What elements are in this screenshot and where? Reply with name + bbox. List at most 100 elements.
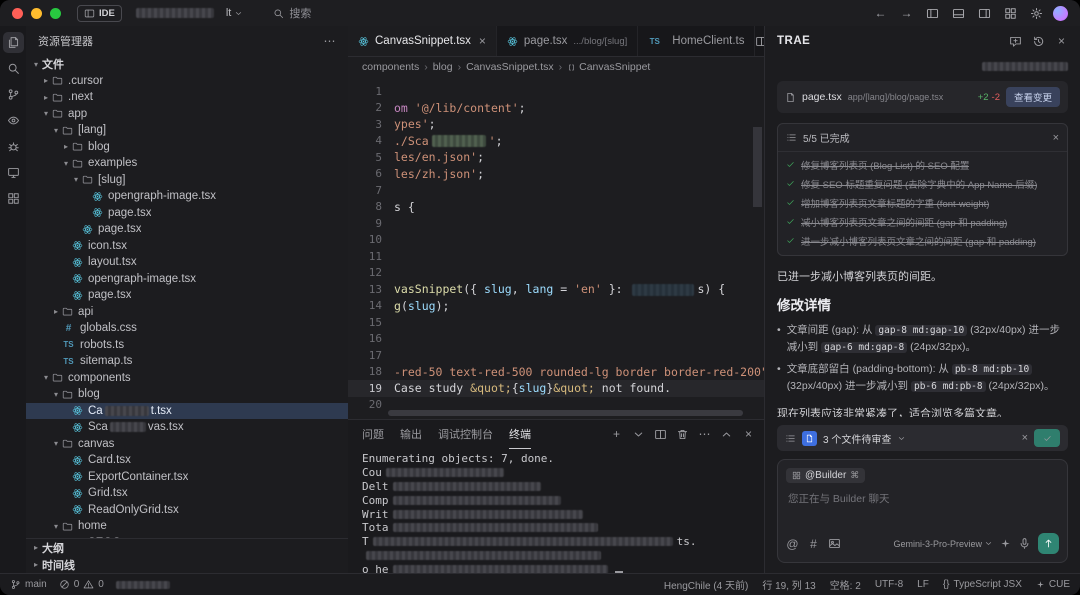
breadcrumb-item[interactable]: blog [433, 61, 453, 73]
cue-indicator[interactable]: CUE [1036, 579, 1070, 590]
code-line[interactable]: 8s { [348, 199, 765, 216]
more-icon[interactable]: ⋯ [698, 428, 711, 441]
review-bar[interactable]: 3 个文件待审查 × [777, 425, 1068, 451]
hash-icon[interactable]: # [807, 537, 820, 550]
tree-item[interactable]: Scavas.tsx [26, 419, 348, 436]
tree-section[interactable]: ▾文件 [26, 56, 348, 73]
code-line[interactable]: 4./Sca'; [348, 133, 765, 150]
tree-section[interactable]: ▸大纲 [26, 539, 348, 556]
code-line[interactable]: 12 [348, 265, 765, 282]
tree-item[interactable]: ▾home [26, 518, 348, 535]
code-line[interactable]: 6les/zh.json'; [348, 166, 765, 183]
code-line[interactable]: 16 [348, 331, 765, 348]
traffic-minimize-button[interactable] [31, 8, 42, 19]
tree-item[interactable]: opengraph-image.tsx [26, 271, 348, 288]
layout-left-icon[interactable] [926, 7, 939, 20]
tree-item[interactable]: ▸blog [26, 139, 348, 156]
activity-explorer[interactable] [3, 32, 24, 53]
close-icon[interactable]: × [1022, 432, 1028, 444]
tree-item[interactable]: ▾blog [26, 386, 348, 403]
activity-source-control[interactable] [3, 84, 24, 105]
tree-item[interactable]: ▾app [26, 106, 348, 123]
code-line[interactable]: 19Case study &quot;{slug}&quot; not foun… [348, 380, 765, 397]
editor-tab[interactable]: TSHomeClient.ts [638, 26, 755, 56]
breadcrumb-item[interactable]: components [362, 61, 419, 73]
close-icon[interactable]: × [742, 428, 755, 441]
changed-file-card[interactable]: page.tsx app/[lang]/blog/page.tsx +2 -2 … [777, 81, 1068, 113]
approve-all-button[interactable] [1034, 429, 1060, 447]
at-icon[interactable]: @ [786, 537, 799, 550]
indentation-setting[interactable]: 空格: 2 [830, 577, 861, 592]
terminal-output[interactable]: Enumerating objects: 7, done.CouDeltComp… [348, 448, 765, 573]
code-line[interactable]: 3ypes'; [348, 116, 765, 133]
chat-input-card[interactable]: @Builder ⌘ @ # Gemini-3-Pro-Preview [777, 459, 1068, 563]
traffic-maximize-button[interactable] [50, 8, 61, 19]
chat-input[interactable] [786, 489, 1059, 533]
sparkle-icon[interactable] [1000, 538, 1011, 549]
layout-bottom-icon[interactable] [952, 7, 965, 20]
activity-extensions[interactable] [3, 188, 24, 209]
panel-tab[interactable]: 调试控制台 [438, 420, 493, 449]
avatar[interactable] [1053, 6, 1068, 21]
code-line[interactable]: 15 [348, 314, 765, 331]
tree-item[interactable]: Cat.tsx [26, 403, 348, 420]
tree-item[interactable]: ReadOnlyGrid.tsx [26, 502, 348, 519]
editor-tab[interactable]: CanvasSnippet.tsx× [348, 26, 497, 56]
code-line[interactable]: 10 [348, 232, 765, 249]
tree-item[interactable]: page.tsx [26, 287, 348, 304]
send-button[interactable] [1038, 533, 1059, 554]
code-line[interactable]: 5les/en.json'; [348, 149, 765, 166]
chatplus-icon[interactable] [1009, 35, 1022, 48]
split-icon[interactable] [654, 428, 667, 441]
tree-item[interactable]: ▾[slug] [26, 172, 348, 189]
language-mode[interactable]: {} TypeScript JSX [943, 579, 1022, 590]
tree-item[interactable]: opengraph-image.tsx [26, 188, 348, 205]
tree-item[interactable]: ▾canvas [26, 436, 348, 453]
panel-tab[interactable]: 终端 [509, 420, 531, 449]
trash-icon[interactable] [676, 428, 689, 441]
plus-icon[interactable]: + [610, 428, 623, 441]
tree-item[interactable]: Card.tsx [26, 452, 348, 469]
chevup-icon[interactable] [720, 428, 733, 441]
tree-item[interactable]: ▾components [26, 370, 348, 387]
panel-tab[interactable]: 问题 [362, 420, 384, 449]
panel-tab[interactable]: 输出 [400, 420, 422, 449]
horizontal-scrollbar[interactable] [388, 410, 743, 416]
gear-icon[interactable] [1030, 7, 1043, 20]
activity-remote[interactable] [3, 162, 24, 183]
editor-tab[interactable]: page.tsx.../blog/[slug] [497, 26, 638, 56]
trae-chat-scroll[interactable]: page.tsx app/[lang]/blog/page.tsx +2 -2 … [765, 56, 1080, 417]
tree-item[interactable]: ▸.next [26, 89, 348, 106]
vertical-scrollbar[interactable] [753, 127, 762, 207]
close-icon[interactable]: × [479, 34, 486, 48]
code-line[interactable]: 1 [348, 83, 765, 100]
image-icon[interactable] [828, 537, 841, 550]
tree-item[interactable]: #globals.css [26, 320, 348, 337]
mic-icon[interactable] [1018, 537, 1031, 550]
tree-item[interactable]: ▸api [26, 304, 348, 321]
model-selector[interactable]: Gemini-3-Pro-Preview [893, 539, 993, 549]
tree-item[interactable]: ▾[lang] [26, 122, 348, 139]
tree-item[interactable]: ▸.cursor [26, 73, 348, 90]
tree-item[interactable]: TSrobots.ts [26, 337, 348, 354]
code-line[interactable]: 14g(slug); [348, 298, 765, 315]
close-icon[interactable]: × [1055, 35, 1068, 48]
tree-item[interactable]: ExportContainer.tsx [26, 469, 348, 486]
layout-right-icon[interactable] [978, 7, 991, 20]
code-line[interactable]: 18-red-50 text-red-500 rounded-lg border… [348, 364, 765, 381]
tree-item[interactable]: ▾examples [26, 155, 348, 172]
code-line[interactable]: 2om '@/lib/content'; [348, 100, 765, 117]
tree-item[interactable]: page.tsx [26, 221, 348, 238]
grid-icon[interactable] [1004, 7, 1017, 20]
breadcrumb-item[interactable]: CanvasSnippet [567, 61, 650, 73]
activity-search[interactable] [3, 58, 24, 79]
arrow-right-icon[interactable]: → [900, 7, 913, 20]
builder-chip[interactable]: @Builder ⌘ [786, 468, 865, 483]
cursor-position[interactable]: 行 19, 列 13 [762, 577, 815, 592]
tree-item[interactable]: Grid.tsx [26, 485, 348, 502]
branch-selector[interactable]: lt [226, 7, 244, 19]
activity-preview[interactable] [3, 110, 24, 131]
problems-indicator[interactable]: 0 0 [59, 579, 104, 590]
global-search[interactable]: 搜索 [273, 5, 311, 21]
tree-item[interactable]: page.tsx [26, 205, 348, 222]
